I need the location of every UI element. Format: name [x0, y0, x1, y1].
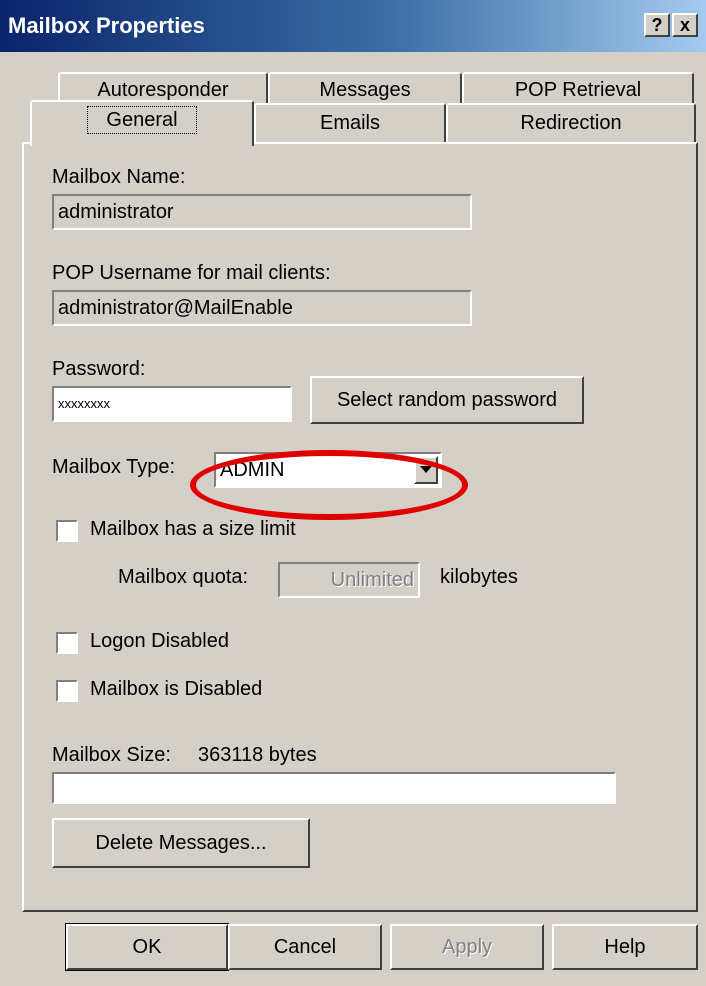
password-field[interactable]: xxxxxxxx	[52, 386, 292, 422]
title-bar[interactable]: Mailbox Properties ? x	[0, 0, 706, 52]
quota-unit-label: kilobytes	[440, 566, 518, 588]
size-limit-checkbox[interactable]	[56, 520, 78, 542]
logon-disabled-checkbox[interactable]	[56, 632, 78, 654]
mailbox-disabled-label: Mailbox is Disabled	[90, 678, 263, 700]
apply-button[interactable]: Apply	[390, 924, 544, 970]
help-button[interactable]: Help	[552, 924, 698, 970]
window-title: Mailbox Properties	[8, 13, 205, 38]
mailbox-disabled-checkbox[interactable]	[56, 680, 78, 702]
mailbox-size-bar	[52, 772, 616, 804]
ok-button[interactable]: OK	[65, 923, 229, 971]
dropdown-arrow-icon[interactable]	[414, 456, 438, 484]
pop-username-field[interactable]: administrator@MailEnable	[52, 290, 472, 326]
mailbox-name-label: Mailbox Name:	[52, 166, 186, 188]
tab-redirection[interactable]: Redirection	[446, 103, 696, 143]
mailbox-size-value: 363118 bytes	[198, 744, 317, 766]
mailbox-name-field[interactable]: administrator	[52, 194, 472, 230]
tab-general[interactable]: General	[30, 100, 254, 146]
quota-label: Mailbox quota:	[118, 566, 249, 588]
select-random-password-button[interactable]: Select random password	[310, 376, 584, 424]
delete-messages-button[interactable]: Delete Messages...	[52, 818, 310, 868]
size-limit-label: Mailbox has a size limit	[90, 518, 296, 540]
pop-username-label: POP Username for mail clients:	[52, 262, 331, 284]
tab-general-label: General	[87, 106, 197, 134]
logon-disabled-label: Logon Disabled	[90, 630, 229, 652]
close-title-button[interactable]: x	[672, 13, 698, 37]
tab-emails[interactable]: Emails	[254, 103, 446, 143]
cancel-button[interactable]: Cancel	[228, 924, 382, 970]
quota-field[interactable]: Unlimited	[278, 562, 420, 598]
mailbox-type-value: ADMIN	[220, 459, 285, 481]
mailbox-type-select[interactable]: ADMIN	[214, 452, 442, 488]
mailbox-type-label: Mailbox Type:	[52, 456, 176, 478]
help-title-button[interactable]: ?	[644, 13, 670, 37]
mailbox-size-label: Mailbox Size:	[52, 744, 171, 766]
password-label: Password:	[52, 358, 146, 380]
